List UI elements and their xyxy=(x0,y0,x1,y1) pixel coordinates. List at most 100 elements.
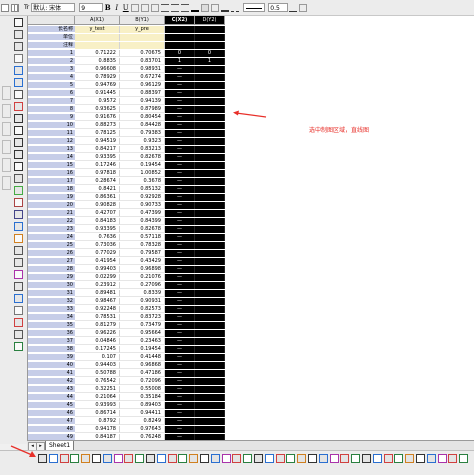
row-header[interactable]: 41 xyxy=(28,370,75,377)
row-header[interactable]: 34 xyxy=(28,314,75,321)
cell-c-selected[interactable]: — xyxy=(165,130,195,137)
cell-b[interactable]: 0.79383 xyxy=(120,130,165,137)
cell-a[interactable]: 0.91445 xyxy=(75,90,120,97)
cell-c-selected[interactable]: — xyxy=(165,74,195,81)
cell-b[interactable]: 0.85132 xyxy=(120,186,165,193)
cell-c-selected[interactable]: — xyxy=(165,322,195,329)
row-header[interactable]: 26 xyxy=(28,250,75,257)
cell-c-selected[interactable]: — xyxy=(165,250,195,257)
row-header[interactable]: 30 xyxy=(28,282,75,289)
cell-a[interactable]: 0.99403 xyxy=(75,266,120,273)
cell-c-selected[interactable]: — xyxy=(165,90,195,97)
cell-b[interactable]: 0.96898 xyxy=(120,266,165,273)
cell-c-selected[interactable]: — xyxy=(165,226,195,233)
cell-d-selected[interactable] xyxy=(195,402,225,409)
toolbox-group-icon[interactable] xyxy=(2,158,11,172)
cell-c-selected[interactable]: — xyxy=(165,418,195,425)
line-style-select[interactable] xyxy=(243,3,266,12)
box-chart-icon[interactable] xyxy=(156,454,166,463)
cell-b[interactable]: 0.9323 xyxy=(120,138,165,145)
cell-d-selected[interactable] xyxy=(195,322,225,329)
cell-c-selected[interactable]: — xyxy=(165,362,195,369)
cell-b[interactable]: 0.90733 xyxy=(120,202,165,209)
cell-d-selected[interactable] xyxy=(195,266,225,273)
cell-b[interactable]: 0.83701 xyxy=(120,58,165,65)
cell-c-selected[interactable]: — xyxy=(165,194,195,201)
cell-a[interactable]: 0.92248 xyxy=(75,306,120,313)
cell-b[interactable]: 0.21076 xyxy=(120,274,165,281)
cell-a[interactable]: 0.76542 xyxy=(75,378,120,385)
font-color-icon[interactable] xyxy=(191,4,200,12)
cell-d-selected[interactable] xyxy=(195,226,225,233)
cell-c-selected[interactable]: — xyxy=(165,242,195,249)
cell-b[interactable]: 0.87989 xyxy=(120,106,165,113)
meta-cell[interactable]: y_pre xyxy=(120,26,165,33)
row-header[interactable]: 8 xyxy=(28,106,75,113)
cell-d-selected[interactable] xyxy=(195,186,225,193)
row-header[interactable]: 27 xyxy=(28,258,75,265)
cell-c-selected[interactable]: — xyxy=(165,106,195,113)
cell-b[interactable]: 0.95664 xyxy=(120,330,165,337)
underline-button[interactable]: U xyxy=(121,4,130,12)
graph-icon[interactable] xyxy=(14,222,23,231)
cell-c-selected[interactable]: — xyxy=(165,306,195,313)
row-header[interactable]: 6 xyxy=(28,90,75,97)
high-low-icon[interactable] xyxy=(329,454,339,463)
cell-c-selected[interactable]: — xyxy=(165,82,195,89)
cell-b[interactable]: 0.8339 xyxy=(120,290,165,297)
copy-icon[interactable] xyxy=(394,454,404,463)
meta-cell[interactable]: y_test xyxy=(75,26,120,33)
cell-a[interactable]: 0.90828 xyxy=(75,202,120,209)
cell-c-selected[interactable]: — xyxy=(165,114,195,121)
cell-a[interactable]: 0.78125 xyxy=(75,130,120,137)
row-header[interactable]: 38 xyxy=(28,346,75,353)
row-header[interactable]: 28 xyxy=(28,266,75,273)
row-header[interactable]: 42 xyxy=(28,378,75,385)
font-icon[interactable]: Tr xyxy=(24,4,29,11)
cell-b[interactable]: 0.84399 xyxy=(120,218,165,225)
cell-b[interactable]: 0.96868 xyxy=(120,362,165,369)
cell-a[interactable]: 0.50788 xyxy=(75,370,120,377)
cell-d-selected[interactable] xyxy=(195,234,225,241)
draw-data-icon[interactable] xyxy=(14,102,23,111)
superscript-icon[interactable] xyxy=(131,3,140,12)
stacked-column-icon[interactable] xyxy=(92,454,101,463)
align-right-icon[interactable] xyxy=(181,3,190,12)
column-header-c[interactable]: C(X2) xyxy=(165,16,195,25)
row-header[interactable]: 7 xyxy=(28,98,75,105)
cell-c-selected[interactable]: — xyxy=(165,186,195,193)
meta-cell[interactable] xyxy=(75,42,120,49)
row-header[interactable]: 2 xyxy=(28,58,75,65)
cell-c-selected[interactable]: — xyxy=(165,178,195,185)
curved-arrow-icon[interactable] xyxy=(14,138,23,147)
print-icon[interactable] xyxy=(383,454,393,463)
row-header[interactable]: 32 xyxy=(28,298,75,305)
cell-b[interactable]: 0.79587 xyxy=(120,250,165,257)
paste-icon[interactable] xyxy=(405,454,415,463)
row-header[interactable]: 15 xyxy=(28,162,75,169)
row-header[interactable]: 9 xyxy=(28,114,75,121)
cell-c-selected[interactable]: — xyxy=(165,426,195,433)
cell-b[interactable]: 0.72096 xyxy=(120,378,165,385)
cell-d-selected[interactable]: 0 xyxy=(195,50,225,57)
column-header-d[interactable]: D(Y2) xyxy=(195,16,225,25)
cell-d-selected[interactable] xyxy=(195,314,225,321)
font-family-select[interactable]: 默认: 宋体 xyxy=(31,3,76,12)
row-header[interactable]: 22 xyxy=(28,218,75,225)
cell-c-selected[interactable]: — xyxy=(165,122,195,129)
cell-d-selected[interactable] xyxy=(195,410,225,417)
cell-c-selected[interactable]: — xyxy=(165,258,195,265)
cell-b[interactable]: 0.83723 xyxy=(120,314,165,321)
cell-a[interactable]: 0.91676 xyxy=(75,114,120,121)
cell-b[interactable]: 0.67274 xyxy=(120,74,165,81)
cell-c-selected[interactable]: — xyxy=(165,202,195,209)
palette-icon[interactable] xyxy=(14,318,23,327)
cell-a[interactable]: 0.71222 xyxy=(75,50,120,57)
ternary-icon[interactable] xyxy=(146,454,155,463)
zone-icon[interactable] xyxy=(318,454,328,463)
cell-d-selected[interactable] xyxy=(195,154,225,161)
data-selector-icon[interactable] xyxy=(14,90,23,99)
add-layer-icon[interactable] xyxy=(14,210,23,219)
cell-a[interactable]: 0.41954 xyxy=(75,258,120,265)
cell-c-selected[interactable]: — xyxy=(165,154,195,161)
